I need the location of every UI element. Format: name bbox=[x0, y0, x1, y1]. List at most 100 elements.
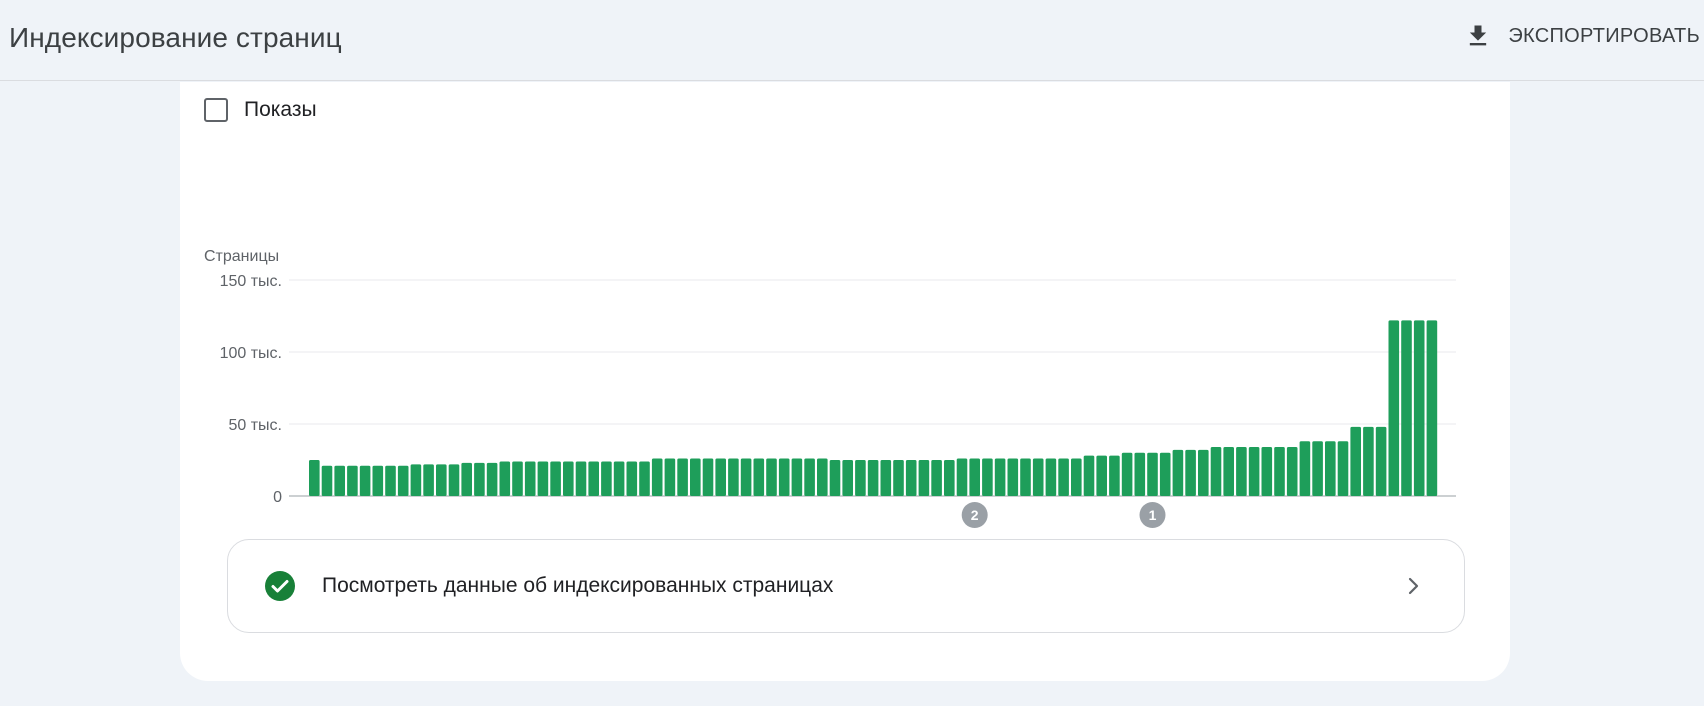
y-axis-title: Страницы bbox=[204, 248, 279, 265]
chart-bar[interactable] bbox=[563, 461, 574, 496]
annotation-markers[interactable]: 21 bbox=[961, 502, 1166, 528]
chart-bar[interactable] bbox=[1286, 447, 1298, 496]
chart-bar[interactable] bbox=[1274, 447, 1285, 496]
chart-bar[interactable] bbox=[1096, 455, 1107, 496]
header: Индексирование страниц ЭКСПОРТИРОВАТЬ bbox=[0, 0, 1704, 81]
chart-bar[interactable] bbox=[1121, 452, 1133, 496]
chart-bar[interactable] bbox=[1185, 449, 1196, 496]
chart-bar[interactable] bbox=[550, 461, 561, 496]
chart-bar[interactable] bbox=[982, 458, 993, 496]
chart-bar[interactable] bbox=[1147, 452, 1158, 496]
chart-bar[interactable] bbox=[1032, 458, 1044, 496]
chart-bar[interactable] bbox=[1413, 320, 1425, 496]
chart-bar[interactable] bbox=[626, 461, 638, 496]
chart-bar[interactable] bbox=[829, 460, 841, 496]
chart-bar[interactable] bbox=[1236, 447, 1247, 496]
chart-bar[interactable] bbox=[855, 460, 866, 496]
chart-bar[interactable] bbox=[512, 461, 523, 496]
chart-bar[interactable] bbox=[804, 458, 815, 496]
chart-bar[interactable] bbox=[359, 465, 371, 496]
chart-bar[interactable] bbox=[486, 462, 498, 496]
legend-impressions-toggle[interactable]: Показы bbox=[204, 98, 317, 122]
chart-bar[interactable] bbox=[880, 460, 892, 496]
chart-bar[interactable] bbox=[1350, 426, 1361, 496]
chart-bar[interactable] bbox=[994, 458, 1006, 496]
chart-bar[interactable] bbox=[1299, 441, 1311, 496]
chart-bar[interactable] bbox=[664, 458, 676, 496]
chart-bar[interactable] bbox=[1388, 320, 1400, 496]
chart-bar[interactable] bbox=[944, 460, 955, 496]
chart-bar[interactable] bbox=[1426, 320, 1438, 496]
chart-bar[interactable] bbox=[474, 462, 485, 496]
chart-bar[interactable] bbox=[931, 460, 942, 496]
chart-bar[interactable] bbox=[588, 461, 599, 496]
annotation-marker[interactable]: 1 bbox=[1139, 502, 1166, 528]
view-indexed-pages-link[interactable]: Посмотреть данные об индексированных стр… bbox=[227, 539, 1465, 633]
chart-bar[interactable] bbox=[905, 460, 917, 496]
chart-bar[interactable] bbox=[537, 461, 549, 496]
chart-bar[interactable] bbox=[1401, 320, 1412, 496]
chart-bar[interactable] bbox=[499, 461, 511, 496]
chart-bar[interactable] bbox=[1071, 458, 1082, 496]
chart-bar[interactable] bbox=[1007, 458, 1019, 496]
chart-bar[interactable] bbox=[1325, 441, 1336, 496]
chart-bar[interactable] bbox=[867, 460, 879, 496]
chart-bar[interactable] bbox=[1172, 449, 1184, 496]
chart-bar[interactable] bbox=[893, 460, 904, 496]
chart-bar[interactable] bbox=[575, 461, 587, 496]
chart-bar[interactable] bbox=[524, 461, 536, 496]
chart-bar[interactable] bbox=[1248, 447, 1260, 496]
chart-bar[interactable] bbox=[1198, 449, 1209, 496]
chart-bar[interactable] bbox=[690, 458, 701, 496]
chart-bar[interactable] bbox=[423, 464, 434, 496]
chart-bar[interactable] bbox=[1045, 458, 1057, 496]
impressions-checkbox[interactable] bbox=[204, 98, 228, 122]
chart-bar[interactable] bbox=[448, 464, 460, 496]
chart-bar[interactable] bbox=[817, 458, 828, 496]
chart-bar[interactable] bbox=[1058, 458, 1069, 496]
check-circle-icon bbox=[265, 571, 295, 601]
chart-bar[interactable] bbox=[461, 462, 472, 496]
chart-bar[interactable] bbox=[410, 464, 422, 496]
chart-bar[interactable] bbox=[969, 458, 980, 496]
chart-bar[interactable] bbox=[1020, 458, 1031, 496]
chart-bar[interactable] bbox=[1375, 426, 1387, 496]
chart-bar[interactable] bbox=[956, 458, 968, 496]
chart-bar[interactable] bbox=[347, 465, 358, 496]
chart-bar[interactable] bbox=[728, 458, 739, 496]
chart-bar[interactable] bbox=[397, 465, 409, 496]
chart-bar[interactable] bbox=[321, 465, 333, 496]
chart-bar[interactable] bbox=[753, 458, 765, 496]
chart-bar[interactable] bbox=[1337, 441, 1349, 496]
chart-bar[interactable] bbox=[372, 465, 384, 496]
chart-bar[interactable] bbox=[613, 461, 625, 496]
export-button[interactable]: ЭКСПОРТИРОВАТЬ bbox=[1464, 16, 1700, 56]
chart-bar[interactable] bbox=[740, 458, 752, 496]
chart-bar[interactable] bbox=[1223, 447, 1234, 496]
chart-bar[interactable] bbox=[1261, 447, 1273, 496]
chart-bar[interactable] bbox=[436, 464, 447, 496]
chart-bar[interactable] bbox=[842, 460, 853, 496]
chart-bar[interactable] bbox=[601, 461, 612, 496]
chart-bar[interactable] bbox=[385, 465, 396, 496]
chart-bar[interactable] bbox=[1159, 452, 1171, 496]
chart-bar[interactable] bbox=[309, 460, 320, 496]
chart-bar[interactable] bbox=[1083, 455, 1095, 496]
bar-layer[interactable] bbox=[309, 320, 1438, 496]
chart-bar[interactable] bbox=[702, 458, 714, 496]
chart-bar[interactable] bbox=[715, 458, 726, 496]
chart-bar[interactable] bbox=[918, 460, 930, 496]
chart-bar[interactable] bbox=[778, 458, 790, 496]
chart-bar[interactable] bbox=[334, 465, 345, 496]
annotation-marker[interactable]: 2 bbox=[961, 502, 988, 528]
chart-bar[interactable] bbox=[1210, 447, 1222, 496]
chart-bar[interactable] bbox=[1109, 455, 1120, 496]
chart-bar[interactable] bbox=[677, 458, 688, 496]
chart-bar[interactable] bbox=[1363, 426, 1374, 496]
chart-bar[interactable] bbox=[639, 461, 650, 496]
chart-bar[interactable] bbox=[791, 458, 803, 496]
chart-bar[interactable] bbox=[766, 458, 777, 496]
chart-bar[interactable] bbox=[1134, 452, 1146, 496]
chart-bar[interactable] bbox=[1312, 441, 1323, 496]
chart-bar[interactable] bbox=[651, 458, 663, 496]
